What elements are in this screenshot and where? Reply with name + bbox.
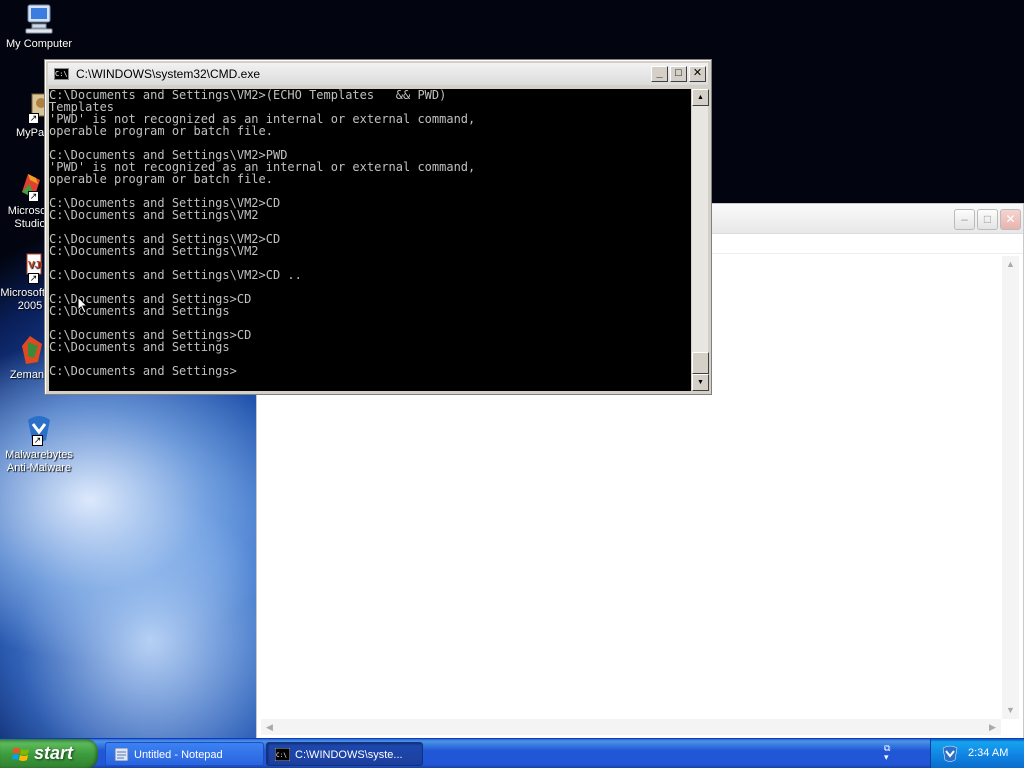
- console-line: operable program or batch file.: [49, 172, 273, 186]
- taskbar-button-label: Untitled - Notepad: [134, 749, 223, 761]
- notepad-maximize-button[interactable]: □: [977, 209, 998, 230]
- svg-text:VJ#: VJ#: [28, 260, 42, 271]
- notepad-horizontal-scrollbar[interactable]: ◀ ▶: [261, 719, 1001, 735]
- console-line: C:\Documents and Settings: [49, 340, 230, 354]
- cmd-maximize-button[interactable]: □: [670, 66, 687, 82]
- cmd-icon: C:\: [54, 68, 69, 80]
- desktop-icon-label: My Computer: [5, 38, 73, 50]
- notepad-close-button[interactable]: ✕: [1000, 209, 1021, 230]
- scroll-down-arrow-icon[interactable]: ▼: [692, 374, 709, 391]
- quick-launch-restore-icon[interactable]: ⧉ ▾: [884, 744, 890, 762]
- console-line: C:\Documents and Settings>: [49, 364, 237, 378]
- start-label: start: [34, 743, 74, 763]
- console-line: C:\Documents and Settings\VM2: [49, 244, 259, 258]
- taskbar-button-notepad[interactable]: Untitled - Notepad: [105, 742, 264, 766]
- console-line: C:\Documents and Settings\VM2>(ECHO Temp…: [49, 89, 447, 102]
- malwarebytes-tray-icon[interactable]: [941, 745, 959, 763]
- cmd-titlebar[interactable]: C:\ C:\WINDOWS\system32\CMD.exe _ □ ✕: [48, 63, 708, 85]
- scroll-left-arrow-icon[interactable]: ◀: [261, 719, 278, 736]
- cmd-minimize-button[interactable]: _: [651, 66, 668, 82]
- cmd-console-output[interactable]: C:\Documents and Settings\VM2>(ECHO Temp…: [49, 89, 691, 391]
- notepad-icon: [114, 748, 129, 761]
- scroll-up-arrow-icon[interactable]: ▲: [1002, 256, 1019, 273]
- cmd-window-title: C:\WINDOWS\system32\CMD.exe: [76, 67, 261, 81]
- my-computer-icon: [22, 3, 56, 35]
- clock[interactable]: 2:34 AM: [968, 747, 1008, 759]
- cmd-close-button[interactable]: ✕: [689, 66, 706, 82]
- notepad-minimize-button[interactable]: –: [954, 209, 975, 230]
- desktop-icon-malwarebytes[interactable]: ↗ Malwarebytes Anti-Malware: [0, 414, 78, 475]
- taskbar-button-label: C:\WINDOWS\syste...: [295, 749, 403, 761]
- system-tray: 2:34 AM: [930, 739, 1024, 768]
- cmd-window[interactable]: C:\ C:\WINDOWS\system32\CMD.exe _ □ ✕ C:…: [44, 59, 712, 395]
- scroll-up-arrow-icon[interactable]: ▲: [692, 89, 709, 106]
- visual-studio-icon: ↗: [8, 170, 42, 202]
- windows-flag-icon: [12, 748, 29, 761]
- svg-text:C:\: C:\: [276, 752, 287, 759]
- scroll-down-arrow-icon[interactable]: ▼: [1002, 702, 1019, 719]
- scroll-right-arrow-icon[interactable]: ▶: [984, 719, 1001, 736]
- start-button[interactable]: start: [0, 739, 98, 768]
- notepad-vertical-scrollbar[interactable]: ▲ ▼: [1002, 256, 1019, 719]
- taskbar: start Untitled - Notepad C:\ C:\WINDOWS\…: [0, 738, 1024, 768]
- console-line: C:\Documents and Settings: [49, 304, 230, 318]
- taskbar-button-cmd[interactable]: C:\ C:\WINDOWS\syste...: [266, 742, 423, 766]
- jsharp-icon: VJ# ↗: [8, 252, 46, 284]
- malwarebytes-icon: ↗: [22, 414, 56, 446]
- console-line: C:\Documents and Settings\VM2: [49, 208, 259, 222]
- desktop-icon-my-computer[interactable]: My Computer: [0, 3, 78, 51]
- console-line: C:\Documents and Settings\VM2>CD ..: [49, 268, 302, 282]
- desktop-icon-label: Malwarebytes Anti-Malware: [5, 449, 73, 474]
- scrollbar-thumb[interactable]: [692, 352, 709, 374]
- zemana-icon: [8, 334, 42, 366]
- cmd-vertical-scrollbar[interactable]: ▲ ▼: [691, 89, 709, 391]
- mouse-cursor-icon: [77, 296, 89, 314]
- cmd-icon: C:\: [275, 748, 290, 761]
- console-line: operable program or batch file.: [49, 124, 273, 138]
